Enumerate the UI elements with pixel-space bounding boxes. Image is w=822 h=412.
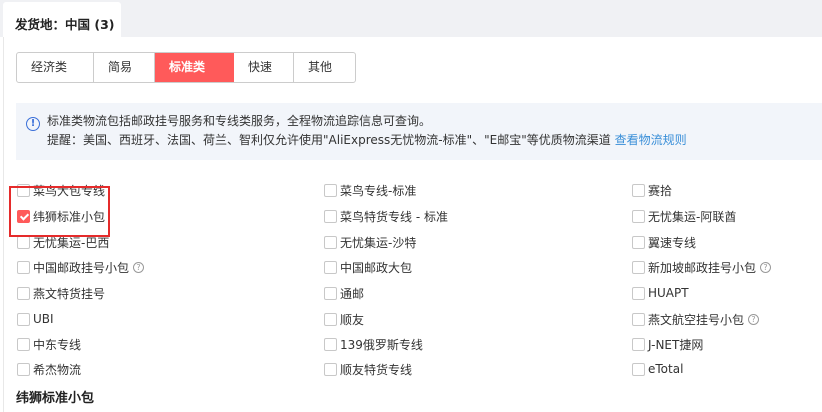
option-label: eTotal (648, 362, 684, 376)
info-notice: ! 标准类物流包括邮政挂号服务和专线类服务，全程物流追踪信息可查询。 提醒：美国… (16, 103, 822, 160)
logistics-option[interactable]: 燕文航空挂号小包? (632, 310, 760, 328)
option-label: 希杰物流 (33, 362, 82, 377)
checkbox[interactable] (17, 286, 30, 300)
logistics-option[interactable]: 139俄罗斯专线 (324, 335, 423, 353)
help-icon[interactable]: ? (760, 261, 772, 273)
view-logistics-rules-link[interactable]: 查看物流规则 (615, 133, 687, 147)
help-icon[interactable]: ? (133, 261, 145, 273)
checkbox[interactable] (324, 312, 337, 326)
logistics-option[interactable]: J-NET捷网 (632, 335, 703, 353)
option-label: 燕文航空挂号小包 (648, 312, 745, 327)
option-label: 中国邮政大包 (340, 260, 413, 275)
option-label: J-NET捷网 (648, 337, 704, 352)
checkbox[interactable] (324, 362, 337, 376)
option-label: 菜鸟专线-标准 (340, 183, 417, 198)
divider (3, 37, 4, 412)
option-label: 中国邮政挂号小包 (33, 260, 130, 275)
logistics-option[interactable]: HUAPT (632, 284, 689, 302)
origin-tab[interactable]: 发货地：中国 (3) (3, 2, 121, 37)
checkbox[interactable] (632, 362, 645, 376)
origin-value: 中国 (3) (65, 17, 115, 32)
checkbox[interactable] (324, 286, 337, 300)
logistics-option[interactable]: eTotal (632, 360, 683, 378)
logistics-option[interactable]: 中国邮政大包 (324, 258, 412, 276)
category-other[interactable]: 其他类 (294, 53, 355, 82)
logistics-option[interactable]: 无忧集运-沙特 (324, 233, 416, 251)
section-heading: 纬狮标准小包 (16, 391, 95, 406)
checkbox[interactable] (632, 337, 645, 351)
option-label: UBI (33, 312, 54, 326)
logistics-option[interactable]: 纬狮标准小包 (17, 207, 105, 225)
logistics-option[interactable]: 通邮 (324, 284, 364, 302)
category-standard[interactable]: 标准类 (2) (155, 53, 234, 82)
logistics-option[interactable]: 燕文特货挂号 (17, 284, 105, 302)
logistics-option[interactable]: 菜鸟专线-标准 (324, 181, 416, 199)
option-label: 顺友特货专线 (340, 362, 413, 377)
checkbox[interactable] (17, 235, 30, 249)
option-label: 通邮 (340, 286, 365, 301)
category-express[interactable]: 快速类 (234, 53, 294, 82)
origin-tab-bar: 发货地：中国 (3) (0, 0, 822, 37)
checkbox[interactable] (324, 260, 337, 274)
checkbox[interactable] (632, 209, 645, 223)
checkbox[interactable] (17, 337, 30, 351)
category-simple[interactable]: 简易类 (94, 53, 155, 82)
logistics-option[interactable]: 无忧集运-巴西 (17, 233, 109, 251)
logistics-option[interactable]: 中国邮政挂号小包? (17, 258, 145, 276)
logistics-option[interactable]: 无忧集运-阿联酋 (632, 207, 736, 225)
option-label: 纬狮标准小包 (33, 209, 106, 224)
option-label: 中东专线 (33, 337, 82, 352)
checkbox[interactable] (324, 209, 337, 223)
info-line-1: 标准类物流包括邮政挂号服务和专线类服务，全程物流追踪信息可查询。 (47, 114, 432, 128)
option-label: 新加坡邮政挂号小包 (648, 260, 757, 275)
logistics-option[interactable]: 菜鸟大包专线 (17, 181, 105, 199)
option-label: 139俄罗斯专线 (340, 337, 423, 352)
category-economy[interactable]: 经济类 (1) (17, 53, 94, 82)
checkbox[interactable] (17, 362, 30, 376)
logistics-option[interactable]: 翼速专线 (632, 233, 696, 251)
option-label: 翼速专线 (648, 235, 697, 250)
logistics-option[interactable]: 希杰物流 (17, 360, 81, 378)
origin-label: 发货地： (15, 17, 66, 32)
option-label: 燕文特货挂号 (33, 286, 106, 301)
option-label: 无忧集运-沙特 (340, 235, 417, 250)
logistics-option[interactable]: 新加坡邮政挂号小包? (632, 258, 772, 276)
checkbox[interactable] (632, 312, 645, 326)
logistics-option[interactable]: 顺友特货专线 (324, 360, 412, 378)
option-label: 菜鸟大包专线 (33, 183, 106, 198)
category-segmented-control: 经济类 (1) 简易类 标准类 (2) 快速类 其他类 (16, 52, 356, 83)
option-label: 顺友 (340, 312, 365, 327)
checkbox[interactable] (324, 235, 337, 249)
checkbox[interactable] (324, 183, 337, 197)
logistics-option[interactable]: UBI (17, 310, 54, 328)
help-icon[interactable]: ? (748, 313, 760, 325)
checkbox[interactable] (632, 286, 645, 300)
logistics-option[interactable]: 赛拾 (632, 181, 672, 199)
logistics-option[interactable]: 菜鸟特货专线 - 标准 (324, 207, 448, 225)
option-label: 无忧集运-巴西 (33, 235, 110, 250)
option-label: 无忧集运-阿联酋 (648, 209, 737, 224)
checkbox[interactable] (632, 260, 645, 274)
checkbox[interactable] (632, 183, 645, 197)
option-label: 菜鸟特货专线 - 标准 (340, 209, 448, 224)
checkbox[interactable] (17, 209, 30, 223)
checkbox[interactable] (17, 312, 30, 326)
checkbox[interactable] (17, 183, 30, 197)
checkbox[interactable] (324, 337, 337, 351)
checkbox[interactable] (632, 235, 645, 249)
logistics-option[interactable]: 中东专线 (17, 335, 81, 353)
logistics-option[interactable]: 顺友 (324, 310, 364, 328)
info-icon: ! (26, 117, 40, 131)
option-label: HUAPT (648, 286, 689, 300)
checkbox[interactable] (17, 260, 30, 274)
info-line-2: 提醒：美国、西班牙、法国、荷兰、智利仅允许使用"AliExpress无忧物流-标… (47, 133, 611, 147)
option-label: 赛拾 (648, 183, 673, 198)
